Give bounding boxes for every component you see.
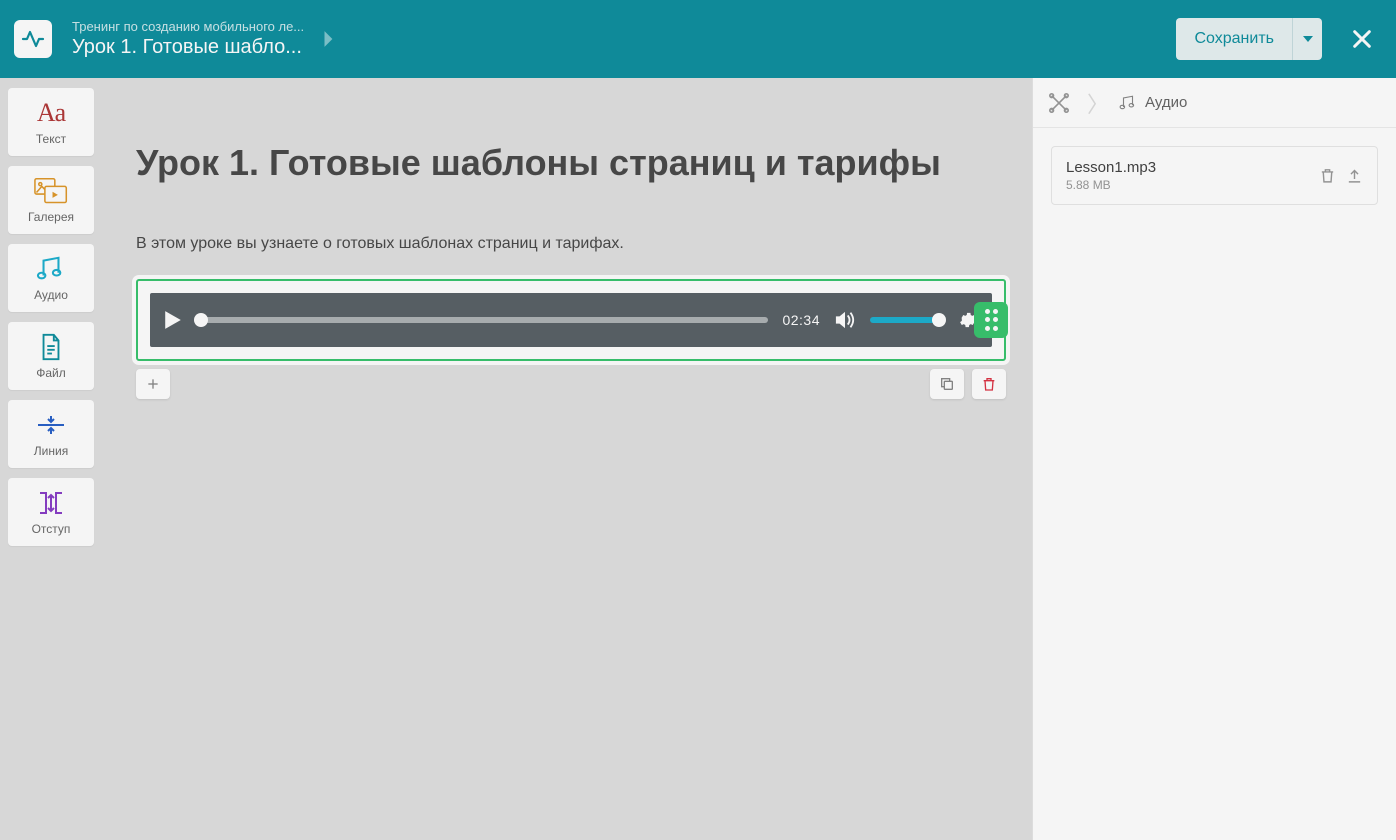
seek-thumb[interactable] bbox=[194, 313, 208, 327]
audio-player: 02:34 bbox=[150, 293, 992, 347]
text-icon: Aa bbox=[37, 98, 65, 128]
file-icon bbox=[39, 332, 63, 362]
drag-handle[interactable] bbox=[974, 302, 1008, 338]
file-upload-button[interactable] bbox=[1346, 167, 1363, 184]
audio-icon bbox=[1119, 94, 1137, 112]
tool-indent[interactable]: Отступ bbox=[8, 478, 94, 546]
time-display: 02:34 bbox=[782, 312, 820, 328]
tool-label: Галерея bbox=[28, 210, 74, 224]
toolbox: Aa Текст Галерея Аудио Файл Линия bbox=[0, 78, 102, 840]
page-subtitle[interactable]: В этом уроке вы узнаете о готовых шаблон… bbox=[136, 235, 956, 253]
tool-label: Отступ bbox=[32, 522, 71, 536]
panel-crumb: Аудио bbox=[1111, 94, 1187, 112]
tool-gallery[interactable]: Галерея bbox=[8, 166, 94, 234]
duplicate-button[interactable] bbox=[930, 369, 964, 399]
indent-icon bbox=[37, 488, 65, 518]
app-logo bbox=[14, 20, 52, 58]
volume-thumb[interactable] bbox=[932, 313, 946, 327]
line-icon bbox=[36, 410, 66, 440]
play-button[interactable] bbox=[164, 310, 182, 330]
block-actions bbox=[136, 361, 1006, 399]
breadcrumb-separator: 〉 bbox=[1085, 87, 1111, 119]
add-block-button[interactable] bbox=[136, 369, 170, 399]
canvas: Урок 1. Готовые шаблоны страниц и тарифы… bbox=[102, 78, 1032, 840]
course-title[interactable]: Тренинг по созданию мобильного ле... bbox=[72, 19, 304, 34]
delete-button[interactable] bbox=[972, 369, 1006, 399]
save-dropdown[interactable] bbox=[1292, 18, 1322, 60]
audio-icon bbox=[36, 254, 66, 284]
volume-icon[interactable] bbox=[834, 310, 856, 330]
right-panel: 〉 Аудио Lesson1.mp3 5.88 MB bbox=[1032, 78, 1396, 840]
header: Тренинг по созданию мобильного ле... Уро… bbox=[0, 0, 1396, 78]
breadcrumb: Тренинг по созданию мобильного ле... Уро… bbox=[72, 19, 304, 59]
tool-audio[interactable]: Аудио bbox=[8, 244, 94, 312]
save-button-group: Сохранить bbox=[1176, 18, 1322, 60]
tool-file[interactable]: Файл bbox=[8, 322, 94, 390]
tool-label: Файл bbox=[36, 366, 66, 380]
file-delete-button[interactable] bbox=[1319, 167, 1336, 184]
volume-track[interactable] bbox=[870, 317, 944, 323]
audio-block[interactable]: 02:34 bbox=[136, 279, 1006, 361]
file-name: Lesson1.mp3 bbox=[1066, 159, 1309, 176]
tool-label: Линия bbox=[34, 444, 68, 458]
file-card: Lesson1.mp3 5.88 MB bbox=[1051, 146, 1378, 205]
tool-label: Аудио bbox=[34, 288, 68, 302]
lesson-title[interactable]: Урок 1. Готовые шабло... bbox=[72, 36, 304, 59]
tool-text[interactable]: Aa Текст bbox=[8, 88, 94, 156]
page-title[interactable]: Урок 1. Готовые шаблоны страниц и тарифы bbox=[136, 140, 956, 185]
body: Aa Текст Галерея Аудио Файл Линия bbox=[0, 78, 1396, 840]
gallery-icon bbox=[34, 176, 68, 206]
file-size: 5.88 MB bbox=[1066, 178, 1309, 192]
tool-label: Текст bbox=[36, 132, 66, 146]
right-panel-header: 〉 Аудио bbox=[1033, 78, 1396, 128]
panel-crumb-label: Аудио bbox=[1145, 94, 1187, 111]
chevron-right-icon[interactable] bbox=[322, 30, 336, 48]
seek-track[interactable] bbox=[196, 317, 768, 323]
save-button[interactable]: Сохранить bbox=[1176, 18, 1292, 60]
close-button[interactable] bbox=[1342, 19, 1382, 59]
design-tools-icon[interactable] bbox=[1033, 78, 1085, 127]
tool-line[interactable]: Линия bbox=[8, 400, 94, 468]
